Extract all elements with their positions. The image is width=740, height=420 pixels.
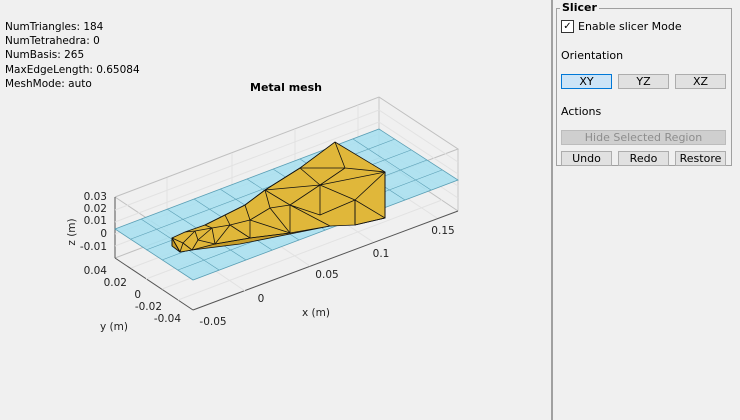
x-tick-label: -0.05 [199, 316, 226, 328]
z-tick-label: 0.03 [84, 191, 107, 203]
z-axis-label: z (m) [66, 218, 78, 245]
restore-button[interactable]: Restore [675, 151, 726, 166]
y-tick-label: -0.02 [135, 301, 162, 313]
x-tick-label: 0 [258, 293, 265, 305]
orientation-xy-button[interactable]: XY [561, 74, 612, 89]
undo-button[interactable]: Undo [561, 151, 612, 166]
x-tick-label: 0.1 [373, 248, 390, 260]
slicer-panel-title: Slicer [560, 1, 599, 14]
figure-area: NumTriangles: 184 NumTetrahedra: 0 NumBa… [0, 0, 552, 420]
orientation-xz-button[interactable]: XZ [675, 74, 726, 89]
z-axis: 0.03 0.02 0.01 0 -0.01 z (m) [66, 191, 107, 253]
orientation-yz-button[interactable]: YZ [618, 74, 669, 89]
hide-selected-region-button[interactable]: Hide Selected Region [561, 130, 726, 145]
enable-slicer-label: Enable slicer Mode [578, 20, 682, 33]
plot-title: Metal mesh [250, 81, 322, 94]
z-tick-label: 0 [100, 228, 107, 240]
y-axis-label: y (m) [100, 321, 128, 333]
x-axis-label: x (m) [302, 307, 330, 319]
y-tick-label: -0.04 [154, 313, 181, 325]
y-tick-label: 0 [134, 289, 141, 301]
actions-label: Actions [561, 105, 602, 118]
z-tick-label: -0.01 [80, 241, 107, 253]
enable-slicer-row[interactable]: ✓ Enable slicer Mode [561, 20, 682, 33]
mesh-3d-axes[interactable]: Metal mesh 0.03 0.02 0.01 0 -0.01 z (m) … [0, 0, 552, 420]
enable-slicer-checkbox[interactable]: ✓ [561, 20, 574, 33]
y-tick-label: 0.04 [84, 265, 108, 277]
orientation-label: Orientation [561, 49, 624, 62]
slicer-panel: Slicer ✓ Enable slicer Mode Orientation … [556, 1, 732, 166]
redo-button[interactable]: Redo [618, 151, 669, 166]
y-tick-label: 0.02 [104, 277, 127, 289]
panel-divider[interactable] [551, 0, 553, 420]
z-tick-label: 0.01 [84, 215, 107, 227]
x-tick-label: 0.15 [431, 225, 454, 237]
y-axis: 0.04 0.02 0 -0.02 -0.04 y (m) [84, 265, 182, 333]
x-tick-label: 0.05 [315, 269, 338, 281]
z-tick-label: 0.02 [84, 203, 107, 215]
